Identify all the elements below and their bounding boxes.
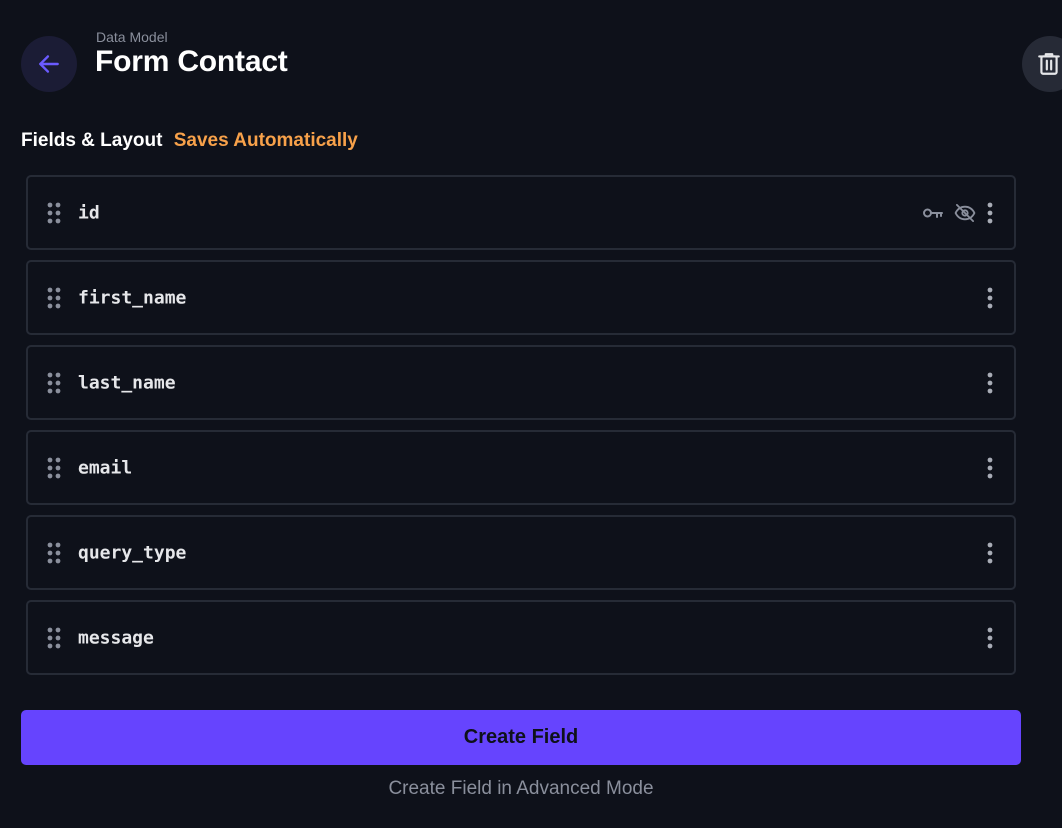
- more-vertical-icon[interactable]: [986, 627, 994, 649]
- field-row-actions: [986, 627, 994, 649]
- section-header: Fields & Layout Saves Automatically: [21, 130, 358, 152]
- field-row-actions: [922, 202, 994, 224]
- breadcrumb: Data Model: [96, 29, 168, 45]
- drag-handle-icon[interactable]: [47, 287, 61, 309]
- autosave-status: Saves Automatically: [173, 130, 358, 151]
- field-row-actions: [986, 372, 994, 394]
- field-row-actions: [986, 542, 994, 564]
- arrow-left-icon: [39, 55, 59, 73]
- field-name: id: [78, 202, 100, 223]
- more-vertical-icon[interactable]: [986, 202, 994, 224]
- create-field-advanced-link[interactable]: Create Field in Advanced Mode: [21, 778, 1021, 800]
- back-button[interactable]: [21, 36, 77, 92]
- more-vertical-icon[interactable]: [986, 372, 994, 394]
- field-row[interactable]: message: [26, 600, 1016, 675]
- drag-handle-icon[interactable]: [47, 542, 61, 564]
- fields-list: id first_name last_nameemail query_typemess…: [26, 175, 1016, 685]
- more-vertical-icon[interactable]: [986, 457, 994, 479]
- field-name: first_name: [78, 287, 187, 308]
- more-vertical-icon[interactable]: [986, 542, 994, 564]
- delete-model-button[interactable]: [1022, 36, 1062, 92]
- page-title: Form Contact: [95, 45, 288, 78]
- field-row-actions: [986, 457, 994, 479]
- field-name: last_name: [78, 372, 176, 393]
- field-row[interactable]: query_type: [26, 515, 1016, 590]
- section-title: Fields & Layout: [21, 130, 163, 151]
- eye-off-icon[interactable]: [954, 203, 976, 222]
- field-row[interactable]: id: [26, 175, 1016, 250]
- key-icon: [922, 206, 944, 220]
- field-name: query_type: [78, 542, 187, 563]
- field-row[interactable]: last_name: [26, 345, 1016, 420]
- field-row-actions: [986, 287, 994, 309]
- field-name: email: [78, 457, 133, 478]
- more-vertical-icon[interactable]: [986, 287, 994, 309]
- drag-handle-icon[interactable]: [47, 457, 61, 479]
- drag-handle-icon[interactable]: [47, 202, 61, 224]
- field-name: message: [78, 627, 154, 648]
- trash-icon: [1038, 53, 1060, 75]
- drag-handle-icon[interactable]: [47, 372, 61, 394]
- drag-handle-icon[interactable]: [47, 627, 61, 649]
- field-row[interactable]: first_name: [26, 260, 1016, 335]
- create-field-button[interactable]: Create Field: [21, 710, 1021, 765]
- field-row[interactable]: email: [26, 430, 1016, 505]
